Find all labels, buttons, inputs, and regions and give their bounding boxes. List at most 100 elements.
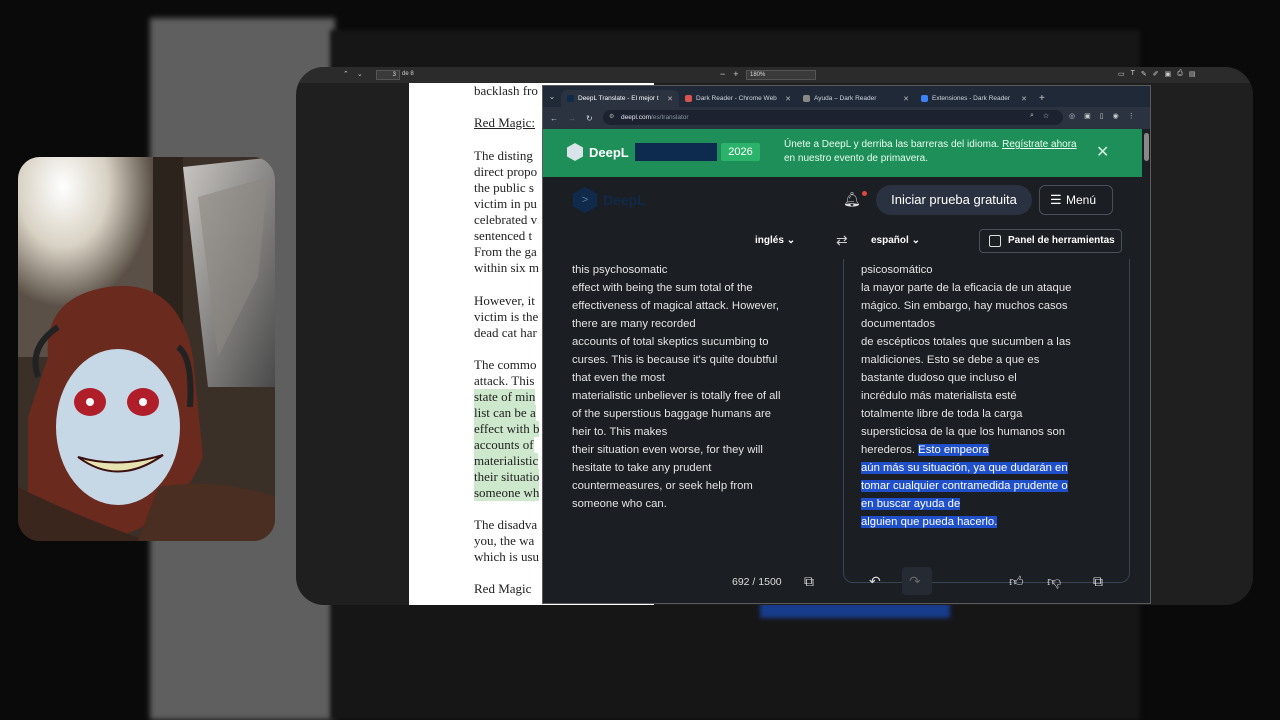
selected-text: Esto empeora xyxy=(918,444,989,456)
zoom-controls: − + xyxy=(720,69,739,79)
chevron-down-icon: ⌄ xyxy=(911,235,920,246)
pdf-line: dead cat har xyxy=(474,325,537,340)
banner-message: Únete a DeepL y derriba las barreras del… xyxy=(784,138,1089,166)
nav-buttons: ← → ↻ xyxy=(550,114,593,123)
pdf-line: the public s xyxy=(474,180,534,195)
pdf-line: within six m xyxy=(474,260,540,275)
comment-icon[interactable]: ▭ xyxy=(1118,70,1125,78)
reload-icon[interactable]: ↻ xyxy=(586,114,593,123)
tab-extensions[interactable]: Extensiones - Dark Reader ✕ xyxy=(915,90,1033,107)
target-line: documentados xyxy=(861,318,936,330)
tools-panel-button[interactable]: Panel de herramientas xyxy=(979,229,1122,253)
page-scrollbar[interactable] xyxy=(1144,133,1149,161)
extensions-icon[interactable]: ▣ xyxy=(1084,112,1091,120)
print-icon[interactable]: ⎙ xyxy=(1177,70,1183,78)
thumbs-down-icon[interactable]: 👎︎ xyxy=(1047,573,1061,590)
deepl-logo-icon: > xyxy=(573,187,597,213)
selected-text: tomar cualquier contramedida prudente o xyxy=(861,480,1068,492)
source-line: accounts of total skeptics sucumbing to xyxy=(572,336,769,348)
omnibox-actions: ⌕ ☆ xyxy=(1030,112,1049,120)
sidepanel-icon[interactable]: ▯ xyxy=(1100,112,1104,120)
forward-icon[interactable]: → xyxy=(568,114,576,123)
banner-brand: DeepL xyxy=(589,144,629,160)
tab-dark-reader-store[interactable]: Dark Reader - Chrome Web ✕ xyxy=(679,90,797,107)
menu-button[interactable]: ☰ Menú xyxy=(1039,185,1113,215)
profile-icon[interactable]: ◉ xyxy=(1113,112,1119,120)
next-page-icon[interactable]: ⌄ xyxy=(357,70,363,78)
redacted-box xyxy=(635,143,717,161)
pdf-line: The commo xyxy=(474,357,537,372)
source-line: countermeasures, or seek help from xyxy=(572,480,753,492)
tools-panel-label: Panel de herramientas xyxy=(1008,235,1115,246)
new-tab-icon[interactable]: + xyxy=(1039,93,1045,104)
register-link[interactable]: Regístrate ahora xyxy=(1002,139,1077,150)
save-icon[interactable]: ▤ xyxy=(1189,70,1196,78)
target-line: bastante dudoso que incluso el xyxy=(861,372,1017,384)
chrome-store-favicon-icon xyxy=(685,95,692,102)
selected-text: aún más su situación, ya que dudarán en xyxy=(861,462,1068,474)
close-tab-icon[interactable]: ✕ xyxy=(667,95,673,103)
target-language-select[interactable]: español ⌄ xyxy=(871,235,920,246)
tab-search-icon[interactable]: ⌄ xyxy=(545,90,559,104)
browser-toolbar: ◎ ▣ ▯ ◉ ⋮ xyxy=(1069,112,1135,120)
pdf-line-highlighted: list can be a xyxy=(474,405,536,421)
back-icon[interactable]: ← xyxy=(550,114,558,123)
close-banner-icon[interactable]: ✕ xyxy=(1096,142,1109,162)
tab-dark-reader-help[interactable]: Ayuda – Dark Reader ✕ xyxy=(797,90,915,107)
tab-deepl[interactable]: DeepL Translate - El mejor t ✕ xyxy=(561,90,679,107)
incognito-icon[interactable]: ◎ xyxy=(1069,112,1075,120)
puzzle-favicon-icon xyxy=(921,95,928,102)
source-line: materialistic unbeliever is totally free… xyxy=(572,390,781,402)
image-icon[interactable]: ▣ xyxy=(1165,70,1172,78)
zoom-in-icon[interactable]: + xyxy=(733,69,738,79)
url-input[interactable]: ⚙ deepl.com/es/translator xyxy=(603,110,1063,125)
target-line: maldiciones. Esto se debe a que es xyxy=(861,354,1040,366)
tab-title: Ayuda – Dark Reader xyxy=(814,95,877,102)
zoom-select[interactable]: 180% xyxy=(746,70,816,80)
deepl-logo[interactable]: > DeepL xyxy=(573,187,646,213)
target-line: la mayor parte de la eficacia de un ataq… xyxy=(861,282,1072,294)
redo-icon[interactable]: ↷ xyxy=(909,573,921,590)
swap-languages-icon[interactable]: ⇄ xyxy=(836,232,848,249)
prev-page-icon[interactable]: ⌃ xyxy=(343,70,349,78)
target-language-label: español xyxy=(871,235,909,246)
page-count: de 8 xyxy=(402,71,414,77)
zoom-icon[interactable]: ⌕ xyxy=(1030,112,1034,120)
site-info-icon[interactable]: ⚙ xyxy=(609,110,614,125)
page-number-input[interactable]: 3 xyxy=(376,70,400,80)
bookmark-star-icon[interactable]: ☆ xyxy=(1043,112,1049,120)
bell-icon[interactable]: 🔔︎ xyxy=(843,191,861,208)
source-textarea[interactable]: this psychosomatic effect with being the… xyxy=(572,261,812,513)
pdf-line: The disting xyxy=(474,148,533,163)
close-tab-icon[interactable]: ✕ xyxy=(1021,95,1027,103)
target-line: psicosomático xyxy=(861,264,933,276)
target-text[interactable]: psicosomático la mayor parte de la efica… xyxy=(861,261,1123,531)
text-icon[interactable]: T xyxy=(1131,70,1135,78)
pdf-line: attack. This xyxy=(474,373,535,388)
draw-icon[interactable]: ✎ xyxy=(1141,70,1147,78)
thumbs-up-icon[interactable]: 👍︎ xyxy=(1009,573,1024,590)
globe-favicon-icon xyxy=(803,95,810,102)
pdf-line: victim is the xyxy=(474,309,539,324)
pdf-line: direct propo xyxy=(474,164,538,179)
source-language-select[interactable]: inglés ⌄ xyxy=(755,235,795,246)
pdf-line-highlighted: their situatio xyxy=(474,469,540,485)
close-tab-icon[interactable]: ✕ xyxy=(903,95,909,103)
copy-source-icon[interactable]: ⧉ xyxy=(804,573,814,590)
source-line: hesitate to take any prudent xyxy=(572,462,712,474)
source-line: someone who can. xyxy=(572,498,667,510)
deepl-page: DeepL 2026 Únete a DeepL y derriba las b… xyxy=(543,129,1150,603)
pdf-line: victim in pu xyxy=(474,196,537,211)
start-trial-button[interactable]: Iniciar prueba gratuita xyxy=(876,185,1032,215)
source-line: this psychosomatic xyxy=(572,264,668,276)
tab-strip: ⌄ DeepL Translate - El mejor t ✕ Dark Re… xyxy=(543,86,1150,107)
copy-translation-icon[interactable]: ⧉ xyxy=(1093,573,1103,590)
zoom-out-icon[interactable]: − xyxy=(720,69,725,79)
close-tab-icon[interactable]: ✕ xyxy=(785,95,791,103)
banner-year: 2026 xyxy=(721,143,760,161)
more-menu-icon[interactable]: ⋮ xyxy=(1128,112,1135,120)
highlight-icon[interactable]: ✐ xyxy=(1153,70,1159,78)
undo-icon[interactable]: ↶ xyxy=(869,573,881,590)
source-line: that even the most xyxy=(572,372,665,384)
source-line: of the superstious baggage humans are xyxy=(572,408,772,420)
